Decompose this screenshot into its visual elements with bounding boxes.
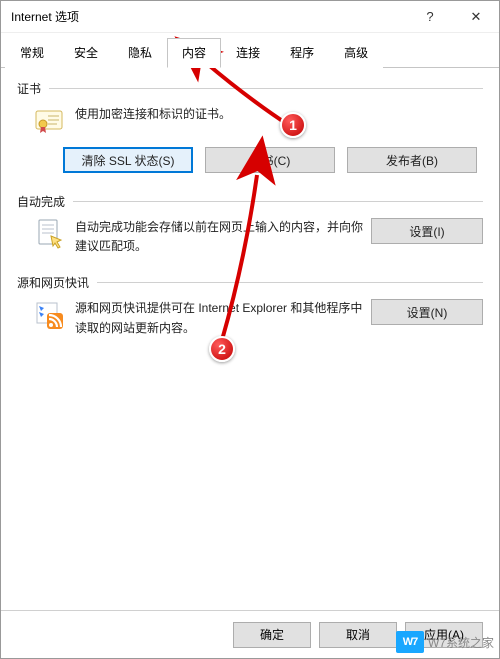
autocomplete-icon <box>33 218 65 250</box>
group-title-autocomplete: 自动完成 <box>17 193 65 210</box>
dialog-footer: 确定 取消 应用(A) <box>1 610 499 658</box>
certificate-icon <box>33 105 65 137</box>
titlebar: Internet 选项 ? ✕ <box>1 1 499 33</box>
divider <box>49 88 483 89</box>
certificates-desc: 使用加密连接和标识的证书。 <box>75 105 483 124</box>
window-title: Internet 选项 <box>11 8 79 25</box>
rss-icon <box>33 299 65 331</box>
tab-privacy[interactable]: 隐私 <box>113 38 167 68</box>
autocomplete-settings-button[interactable]: 设置(I) <box>371 218 483 244</box>
apply-button[interactable]: 应用(A) <box>405 622 483 648</box>
internet-options-dialog: Internet 选项 ? ✕ 常规 安全 隐私 内容 连接 程序 高级 证书 … <box>0 0 500 659</box>
group-title-feeds: 源和网页快讯 <box>17 274 89 291</box>
tab-security[interactable]: 安全 <box>59 38 113 68</box>
autocomplete-desc: 自动完成功能会存储以前在网页上输入的内容，并向你建议匹配项。 <box>75 218 371 256</box>
tab-general[interactable]: 常规 <box>5 38 59 68</box>
feeds-settings-button[interactable]: 设置(N) <box>371 299 483 325</box>
group-certificates: 证书 使用加密连接和标识的证书。 清除 SSL 状态(S) 证书(C) 发布者(… <box>17 80 483 175</box>
tab-advanced[interactable]: 高级 <box>329 38 383 68</box>
tab-content[interactable]: 内容 <box>167 38 221 68</box>
feeds-desc: 源和网页快讯提供可在 Internet Explorer 和其他程序中读取的网站… <box>75 299 371 337</box>
tab-programs[interactable]: 程序 <box>275 38 329 68</box>
cancel-button[interactable]: 取消 <box>319 622 397 648</box>
group-autocomplete: 自动完成 自动完成功能会存储以前在网页上输入的内容，并向你建议匹配项。 设置(I… <box>17 193 483 256</box>
close-button[interactable]: ✕ <box>453 1 499 33</box>
certificates-button[interactable]: 证书(C) <box>205 147 335 173</box>
tab-connections[interactable]: 连接 <box>221 38 275 68</box>
publishers-button[interactable]: 发布者(B) <box>347 147 477 173</box>
divider <box>97 282 483 283</box>
divider <box>73 201 483 202</box>
group-feeds: 源和网页快讯 源和网页快讯提供可在 Internet Explorer 和其他程… <box>17 274 483 337</box>
clear-ssl-button[interactable]: 清除 SSL 状态(S) <box>63 147 193 173</box>
group-title-certificates: 证书 <box>17 80 41 97</box>
ok-button[interactable]: 确定 <box>233 622 311 648</box>
help-button[interactable]: ? <box>407 1 453 33</box>
tabstrip: 常规 安全 隐私 内容 连接 程序 高级 <box>1 33 499 68</box>
tab-content-panel: 证书 使用加密连接和标识的证书。 清除 SSL 状态(S) 证书(C) 发布者(… <box>1 68 499 610</box>
